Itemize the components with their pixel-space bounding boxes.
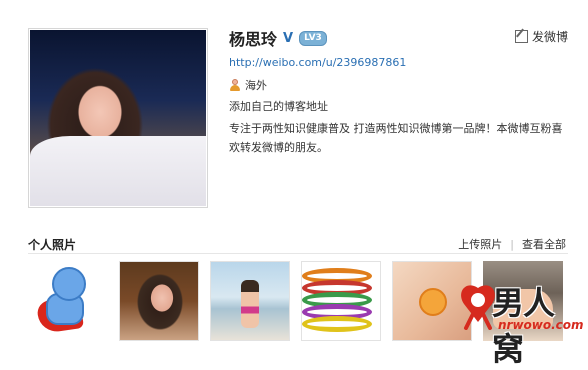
avatar-sweater xyxy=(30,136,206,206)
profile-avatar[interactable] xyxy=(28,28,208,208)
photo-thumbnails xyxy=(28,261,563,341)
verified-icon[interactable]: V xyxy=(283,31,293,46)
photos-actions: 上传照片 | 查看全部 xyxy=(458,236,566,252)
edit-icon xyxy=(514,30,528,43)
profile-bio: 专注于两性知识健康普及 打造两性知识微博第一品牌！本微博互粉喜欢转发微博的朋友。 xyxy=(229,122,563,154)
post-weibo-button[interactable]: 发微博 xyxy=(514,28,568,45)
photos-section-title: 个人照片 xyxy=(28,238,77,252)
view-all-photos-link[interactable]: 查看全部 xyxy=(522,236,566,252)
photo-thumbnail-2[interactable] xyxy=(119,261,199,341)
location-text: 海外 xyxy=(245,79,267,92)
photo-thumbnail-3[interactable] xyxy=(210,261,290,341)
post-weibo-label: 发微博 xyxy=(531,30,568,44)
level-badge[interactable]: LV3 xyxy=(299,30,327,46)
name-row: 杨思玲 V LV3 xyxy=(229,26,327,50)
actions-separator: | xyxy=(510,237,514,251)
section-divider xyxy=(28,253,568,254)
upload-photos-link[interactable]: 上传照片 xyxy=(458,236,502,252)
location-row: 海外 xyxy=(229,77,267,93)
avatar-image xyxy=(30,30,206,206)
photo-thumbnail-6[interactable] xyxy=(483,261,563,341)
photo-thumbnail-4[interactable] xyxy=(301,261,381,341)
profile-name[interactable]: 杨思玲 xyxy=(229,26,277,50)
person-icon xyxy=(229,79,241,91)
photo-thumbnail-1[interactable] xyxy=(28,261,108,341)
add-blog-link[interactable]: 添加自己的博客地址 xyxy=(229,98,328,114)
profile-url-link[interactable]: http://weibo.com/u/2396987861 xyxy=(229,56,406,69)
photo-thumbnail-5[interactable] xyxy=(392,261,472,341)
